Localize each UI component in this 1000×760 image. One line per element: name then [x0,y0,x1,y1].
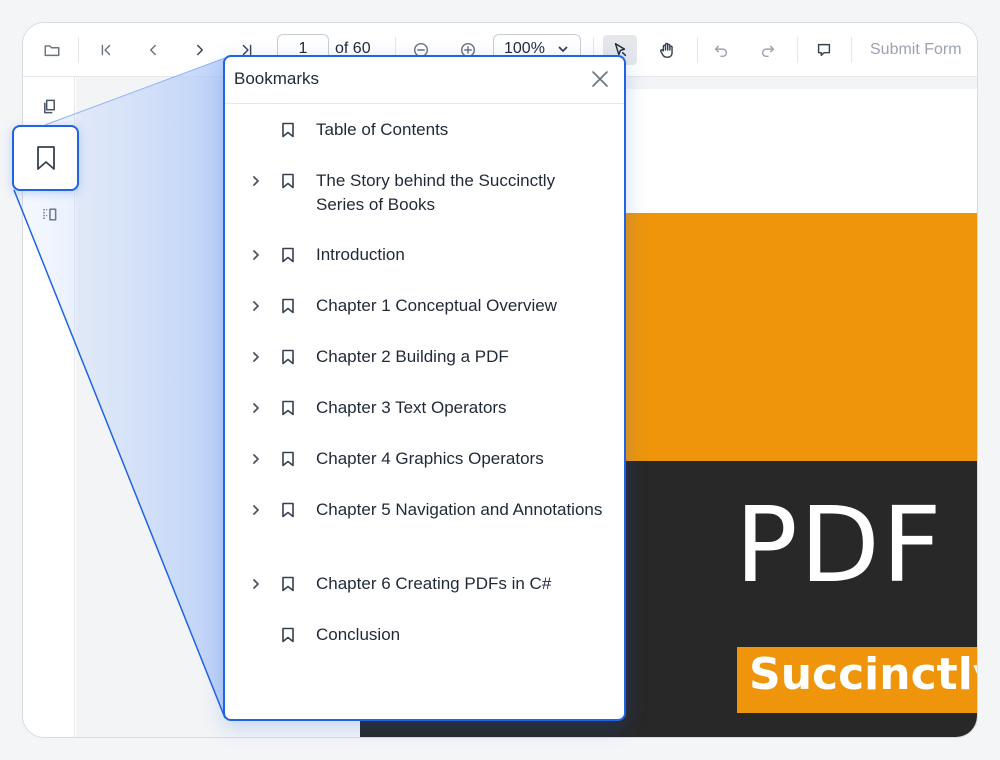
bookmark-label: The Story behind the Succinctly Series o… [316,171,556,214]
undo-icon [714,45,728,58]
expand-bookmark-button[interactable] [249,401,263,415]
cover-title: PDF [735,484,944,606]
next-page-button[interactable] [187,35,213,65]
bookmark-item[interactable]: Chapter 6 Creating PDFs in C# [225,574,624,599]
add-comment-button[interactable] [811,35,837,65]
bookmark-label: Chapter 3 Text Operators [316,398,507,417]
bookmark-label: Chapter 5 Navigation and Annotations [316,500,603,519]
bookmark-label: Chapter 4 Graphics Operators [316,449,544,468]
close-bookmarks-button[interactable] [590,69,610,89]
toolbar-divider [78,37,79,63]
bookmark-item[interactable]: Table of Contents [225,120,624,145]
bookmark-icon [281,298,297,315]
bookmark-icon [281,173,297,190]
bookmark-label: Conclusion [316,625,401,644]
bookmark-label: Chapter 1 Conceptual Overview [316,296,557,315]
bookmark-icon [281,122,297,139]
next-page-icon [197,44,203,56]
page-thumbnails-button[interactable] [37,94,61,118]
bookmark-item[interactable]: Chapter 3 Text Operators [225,398,624,423]
bookmarks-panel-title: Bookmarks [234,69,320,88]
chevron-right-icon [253,505,259,515]
toolbar-divider [851,37,852,63]
bookmark-item[interactable]: The Story behind the Succinctly Series o… [225,171,624,220]
bookmarks-panel: Bookmarks Table of Contents The Story be… [223,55,626,721]
bookmark-item[interactable]: Chapter 4 Graphics Operators [225,449,624,474]
chevron-right-icon [253,403,259,413]
bookmark-icon [281,576,297,593]
close-icon [592,71,608,87]
first-page-icon [101,44,111,56]
chevron-right-icon [253,301,259,311]
organize-pages-icon [42,208,56,220]
comment-icon [817,43,831,57]
chevron-right-icon [253,176,259,186]
previous-page-icon [150,44,156,56]
redo-icon [761,45,775,58]
bookmark-item[interactable]: Chapter 1 Conceptual Overview [225,296,624,321]
submit-form-button[interactable]: Submit Form [870,41,962,59]
expand-bookmark-button[interactable] [249,452,263,466]
bookmark-item[interactable]: Conclusion [225,625,624,650]
expand-bookmark-button[interactable] [249,350,263,364]
toolbar-divider [697,37,698,63]
first-page-button[interactable] [93,35,119,65]
bookmarks-button[interactable] [12,125,79,191]
bookmark-item[interactable]: Chapter 2 Building a PDF [225,347,624,372]
expand-bookmark-button[interactable] [249,299,263,313]
bookmark-icon [281,451,297,468]
expand-bookmark-button[interactable] [249,248,263,262]
bookmark-icon [281,627,297,644]
bookmark-icon [281,349,297,366]
bookmark-icon [36,146,55,170]
previous-page-button[interactable] [140,35,166,65]
bookmark-label: Chapter 6 Creating PDFs in C# [316,574,552,593]
bookmark-label: Chapter 2 Building a PDF [316,347,509,366]
chevron-right-icon [253,250,259,260]
open-file-button[interactable] [39,35,65,65]
organize-pages-button[interactable] [37,202,61,226]
undo-button[interactable] [708,35,734,65]
toolbar-divider [797,37,798,63]
chevron-down-icon [558,46,568,53]
bookmark-icon [281,502,297,519]
bookmarks-panel-header: Bookmarks [225,57,624,104]
bookmark-item[interactable]: Introduction [225,245,624,270]
chevron-right-icon [253,352,259,362]
pan-hand-icon [659,42,673,58]
page-thumbnails-icon [43,99,55,113]
bookmark-icon [281,247,297,264]
bookmark-label: Table of Contents [316,120,449,139]
pan-tool-button[interactable] [652,35,682,65]
chevron-right-icon [253,454,259,464]
expand-bookmark-button[interactable] [249,174,263,188]
redo-button[interactable] [755,35,781,65]
bookmark-label: Introduction [316,245,405,264]
bookmark-item[interactable]: Chapter 5 Navigation and Annotations [225,500,624,549]
expand-bookmark-button[interactable] [249,577,263,591]
bookmark-icon [281,400,297,417]
chevron-right-icon [253,579,259,589]
cover-subtitle: Succinctly [749,649,978,700]
expand-bookmark-button[interactable] [249,503,263,517]
folder-open-icon [44,45,60,57]
